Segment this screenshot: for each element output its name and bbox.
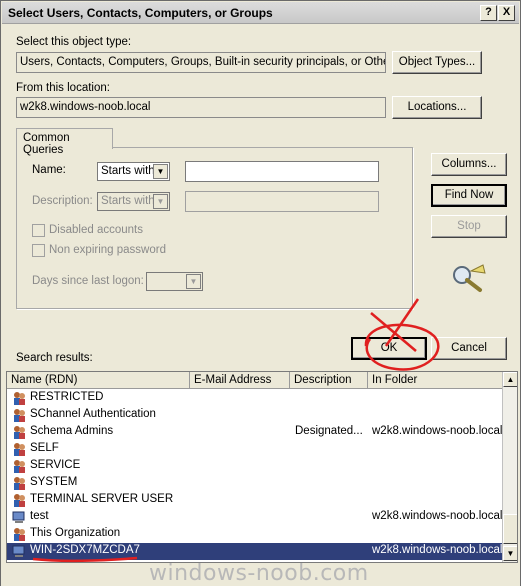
row-name: SChannel Authentication [30, 408, 156, 420]
row-name: TERMINAL SERVER USER [30, 493, 174, 505]
table-row[interactable]: SYSTEM [7, 475, 502, 492]
help-button[interactable]: ? [480, 5, 497, 21]
locations-button[interactable]: Locations... [392, 96, 482, 119]
group-icon [11, 459, 27, 474]
name-mode-value: Starts with [101, 165, 155, 177]
name-label: Name: [32, 164, 66, 176]
description-label: Description: [32, 195, 93, 207]
tab-common-queries[interactable]: Common Queries [16, 128, 113, 156]
row-name: RESTRICTED [30, 391, 104, 403]
columns-button[interactable]: Columns... [431, 153, 507, 176]
window-title: Select Users, Contacts, Computers, or Gr… [8, 6, 273, 20]
table-row[interactable]: SChannel Authentication [7, 407, 502, 424]
find-now-button[interactable]: Find Now [431, 184, 507, 207]
group-icon [11, 493, 27, 508]
object-type-field: Users, Contacts, Computers, Groups, Buil… [16, 52, 386, 73]
row-description: Designated... [295, 425, 363, 437]
group-icon [11, 527, 27, 542]
chevron-down-icon: ▼ [153, 194, 168, 209]
watermark: windows-noob.com [149, 561, 369, 586]
results-scrollbar[interactable]: ▲ ▼ [502, 372, 517, 562]
table-row[interactable]: RESTRICTED [7, 390, 502, 407]
stop-button: Stop [431, 215, 507, 238]
computer-icon [11, 544, 27, 559]
description-mode-select: Starts with ▼ [97, 192, 170, 211]
non-expiring-password-label: Non expiring password [49, 244, 166, 256]
name-input[interactable] [185, 161, 379, 182]
group-icon [11, 425, 27, 440]
scroll-up-icon[interactable]: ▲ [503, 372, 517, 387]
description-input [185, 191, 379, 212]
column-header-name[interactable]: Name (RDN) [7, 372, 190, 389]
annotation-underline [32, 556, 138, 563]
search-results-label: Search results: [16, 352, 93, 364]
row-name: This Organization [30, 527, 121, 539]
group-icon [11, 391, 27, 406]
annotation-circle [364, 298, 440, 371]
table-row[interactable]: test w2k8.windows-noob.local/C [7, 509, 502, 526]
table-row[interactable]: SELF [7, 441, 502, 458]
days-since-logon-label: Days since last logon: [32, 275, 144, 287]
search-flashlight-icon [453, 264, 486, 292]
search-results-list[interactable]: Name (RDN) E-Mail Address Description In… [6, 371, 518, 563]
column-header-email[interactable]: E-Mail Address [190, 372, 290, 389]
computer-icon [11, 510, 27, 525]
table-row[interactable]: Schema Admins Designated... w2k8.windows-n… [7, 424, 502, 441]
title-bar[interactable]: Select Users, Contacts, Computers, or Gr… [2, 2, 519, 24]
table-row[interactable]: This Organization [7, 526, 502, 543]
group-icon [11, 408, 27, 423]
name-mode-select[interactable]: Starts with ▼ [97, 162, 170, 181]
location-label: From this location: [16, 82, 110, 94]
scroll-down-icon[interactable]: ▼ [503, 546, 517, 561]
table-row[interactable]: TERMINAL SERVER USER [7, 492, 502, 509]
row-name: Schema Admins [30, 425, 114, 437]
days-since-logon-select: ▼ [146, 272, 203, 291]
object-type-label: Select this object type: [16, 36, 132, 48]
non-expiring-password-checkbox [32, 244, 45, 257]
group-icon [11, 476, 27, 491]
row-folder: w2k8.windows-noob.local/ [372, 425, 502, 437]
disabled-accounts-checkbox [32, 224, 45, 237]
row-name: SYSTEM [30, 476, 78, 488]
object-types-button[interactable]: Object Types... [392, 51, 482, 74]
disabled-accounts-label: Disabled accounts [49, 224, 143, 236]
row-folder: w2k8.windows-noob.local/C [372, 510, 502, 522]
description-mode-value: Starts with [101, 195, 155, 207]
chevron-down-icon: ▼ [153, 164, 168, 179]
table-row[interactable]: SERVICE [7, 458, 502, 475]
dialog-window: Select Users, Contacts, Computers, or Gr… [0, 0, 521, 586]
scroll-thumb[interactable] [503, 514, 517, 544]
row-name: SERVICE [30, 459, 81, 471]
row-name: SELF [30, 442, 59, 454]
group-icon [11, 442, 27, 457]
close-button[interactable]: X [498, 5, 515, 21]
chevron-down-icon: ▼ [186, 274, 201, 289]
location-field: w2k8.windows-noob.local [16, 97, 386, 118]
row-name: test [30, 510, 49, 522]
row-folder: w2k8.windows-noob.local/ [372, 544, 502, 556]
